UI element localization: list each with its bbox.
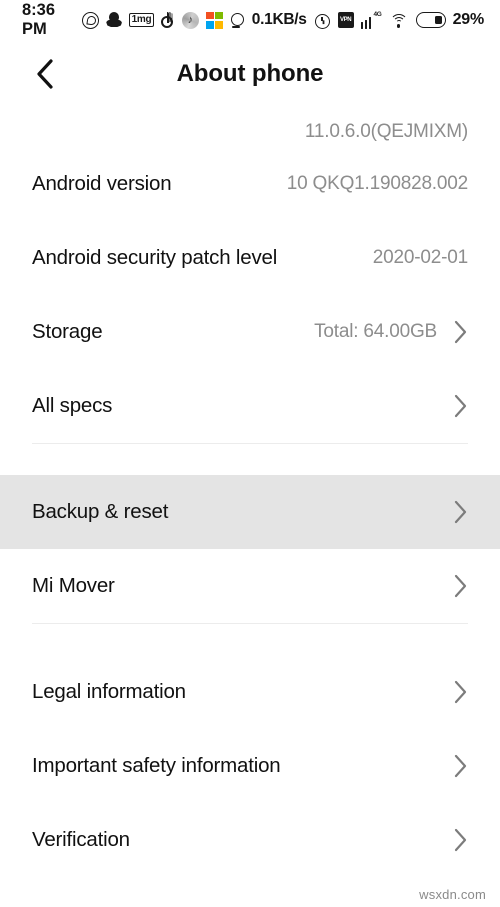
table-row-mi-mover[interactable]: Mi Mover	[0, 549, 500, 623]
row-label-security-patch: Android security patch level	[32, 246, 278, 269]
microsoft-store-icon	[205, 11, 223, 29]
alarm-icon	[314, 12, 331, 29]
status-bar: 8:36 PM 1mg 0.1KB/s 4G 29%	[0, 0, 500, 40]
row-label-verification: Verification	[32, 828, 130, 851]
chevron-right-icon	[453, 500, 468, 524]
location-icon	[230, 12, 244, 29]
settings-list: 11.0.6.0(QEJMIXM) Android version 10 QKQ…	[0, 108, 500, 877]
list-item-clipped-miui-version[interactable]: 11.0.6.0(QEJMIXM)	[0, 108, 500, 147]
status-network-speed: 0.1KB/s	[251, 11, 307, 28]
chevron-right-icon	[453, 828, 468, 852]
back-button[interactable]	[22, 51, 68, 97]
row-label-backup-reset: Backup & reset	[32, 500, 169, 523]
page-title: About phone	[176, 60, 324, 87]
row-label-important-safety-information: Important safety information	[32, 754, 281, 777]
table-row-storage[interactable]: Storage Total: 64.00GB	[0, 295, 500, 369]
page-header: About phone	[0, 40, 500, 108]
chevron-right-icon	[453, 680, 468, 704]
row-label-storage: Storage	[32, 320, 103, 343]
table-row[interactable]: Android version 10 QKQ1.190828.002	[0, 147, 500, 221]
table-row[interactable]: Android security patch level 2020-02-01	[0, 221, 500, 295]
music-icon	[181, 11, 199, 29]
chevron-right-icon	[453, 754, 468, 778]
miui-version-value: 11.0.6.0(QEJMIXM)	[304, 121, 468, 142]
watermark: wsxdn.com	[419, 887, 486, 902]
group-gap	[0, 624, 500, 655]
row-label-mi-mover: Mi Mover	[32, 574, 115, 597]
row-label-all-specs: All specs	[32, 394, 113, 417]
table-row-important-safety-information[interactable]: Important safety information	[0, 729, 500, 803]
table-row-verification[interactable]: Verification	[0, 803, 500, 877]
row-value-android-version: 10 QKQ1.190828.002	[286, 173, 468, 194]
chevron-right-icon	[453, 320, 468, 344]
row-label-android-version: Android version	[32, 172, 172, 195]
row-value-security-patch: 2020-02-01	[372, 247, 468, 268]
chevron-right-icon	[453, 574, 468, 598]
table-row-all-specs[interactable]: All specs	[0, 369, 500, 443]
chevron-right-icon	[453, 394, 468, 418]
vpn-icon	[337, 12, 354, 28]
wifi-icon	[390, 12, 409, 28]
group-gap	[0, 444, 500, 475]
battery-percent-label: 29%	[452, 11, 485, 28]
onemg-icon: 1mg	[129, 13, 154, 27]
chevron-left-icon	[34, 58, 56, 90]
status-clock: 8:36 PM	[22, 1, 56, 38]
battery-icon	[415, 12, 446, 28]
signal-network-type-label: 4G	[373, 10, 382, 18]
table-row-backup-reset[interactable]: Backup & reset	[0, 475, 500, 549]
about-phone-screen: 8:36 PM 1mg 0.1KB/s 4G 29% A	[0, 0, 500, 907]
table-row-legal-information[interactable]: Legal information	[0, 655, 500, 729]
row-value-storage: Total: 64.00GB	[314, 321, 437, 342]
row-label-legal-information: Legal information	[32, 680, 186, 703]
snapchat-icon	[106, 11, 122, 29]
whatsapp-icon	[82, 11, 100, 29]
tiktok-icon	[160, 11, 175, 29]
signal-icon: 4G	[360, 10, 383, 29]
